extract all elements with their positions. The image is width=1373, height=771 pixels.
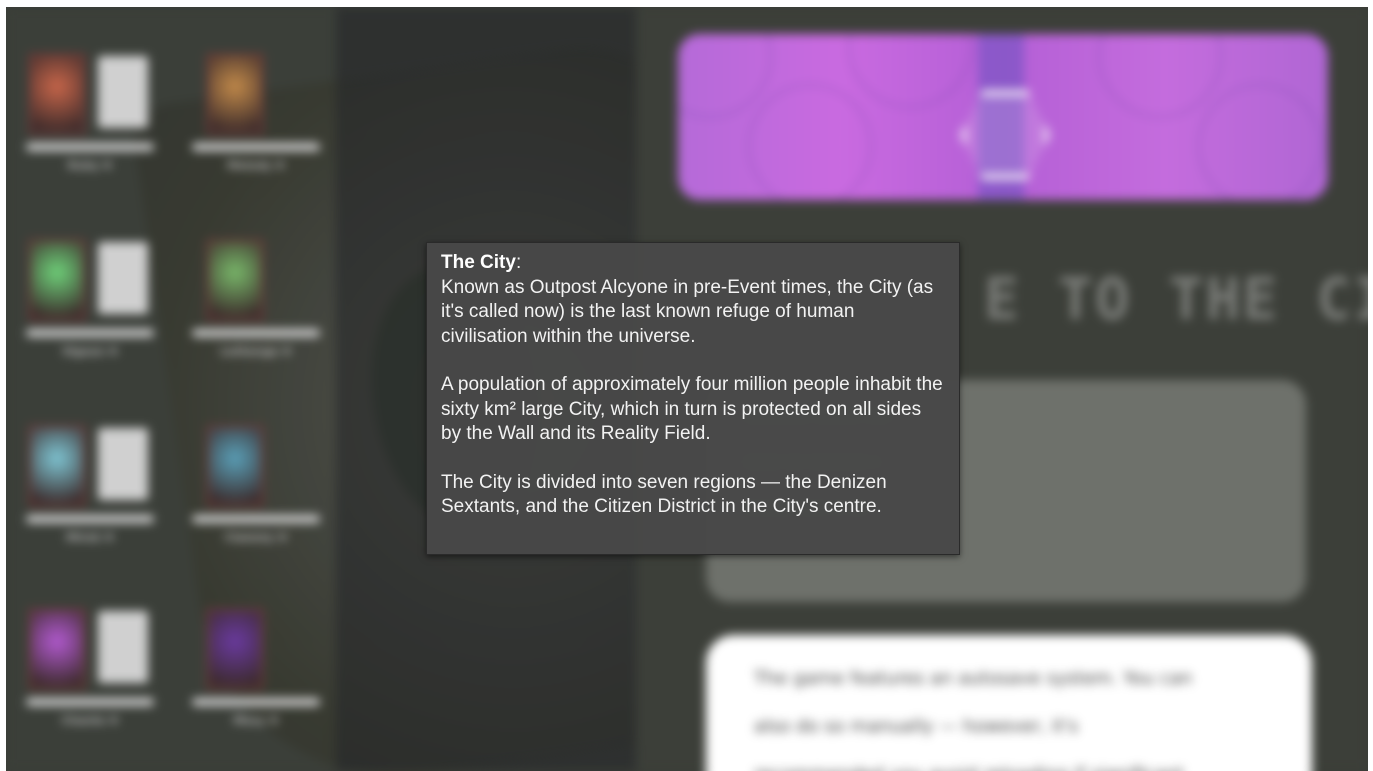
hexagon-emblem-icon (960, 90, 1050, 180)
city-tooltip: The City: Known as Outpost Alcyone in pre… (426, 242, 960, 555)
banner-pattern (1098, 34, 1222, 118)
character-name: Chante ✖ (61, 714, 119, 727)
character-name: Ruby ✖ (67, 159, 113, 172)
empty-card-slot[interactable] (98, 428, 148, 500)
character-name: Lethenge ✖ (220, 345, 292, 358)
empty-card-slot[interactable] (98, 611, 148, 683)
character-portrait[interactable] (206, 608, 264, 690)
health-bar (192, 143, 320, 151)
health-bar (26, 329, 154, 337)
character-name: Mirek ✖ (66, 531, 114, 544)
autosave-notice: The game features an autosave system. Yo… (706, 635, 1312, 771)
tooltip-text: Known as Outpost Alcyone in pre-Event ti… (441, 276, 934, 347)
notice-line: also do so manually — however, it's (754, 716, 1079, 737)
banner-pattern (678, 34, 772, 118)
title-banner (678, 34, 1328, 200)
empty-card-slot[interactable] (98, 56, 148, 128)
empty-card-slot[interactable] (98, 242, 148, 314)
health-bar (192, 698, 320, 706)
character-portrait[interactable] (28, 425, 86, 507)
tooltip-title-colon: : (515, 252, 522, 273)
game-screen: Ruby ✖ Melody ✖ Vigeon ✖ Lethenge ✖ Mirek ✖ C… (6, 7, 1368, 771)
character-name: Vigeon ✖ (62, 345, 118, 358)
tooltip-paragraph: The City is divided into seven regions —… (441, 471, 887, 518)
character-portrait[interactable] (28, 239, 86, 321)
banner-pattern (848, 34, 972, 108)
health-bar (192, 515, 320, 523)
notice-line: recommended you avoid reloading if signi… (754, 751, 1264, 771)
tooltip-paragraph: A population of approximately four milli… (441, 374, 943, 444)
character-portrait[interactable] (28, 53, 86, 135)
health-bar (26, 143, 154, 151)
notice-line: The game features an autosave system. Yo… (754, 668, 1193, 689)
banner-pattern (748, 84, 872, 200)
character-name: Melody ✖ (227, 159, 285, 172)
character-portrait[interactable] (28, 608, 86, 690)
character-name: Clammy ✖ (224, 531, 288, 544)
character-portrait[interactable] (206, 239, 264, 321)
health-bar (26, 698, 154, 706)
health-bar (192, 329, 320, 337)
tooltip-title: The City (441, 252, 516, 273)
character-portrait[interactable] (206, 425, 264, 507)
character-portrait[interactable] (206, 53, 264, 135)
tooltip-paragraph: The City: Known as Outpost Alcyone in pre… (441, 251, 945, 349)
welcome-heading: E TO THE CITY. (984, 265, 1368, 333)
health-bar (26, 515, 154, 523)
character-name: Mosy ✖ (233, 714, 279, 727)
banner-pattern (1198, 84, 1322, 200)
